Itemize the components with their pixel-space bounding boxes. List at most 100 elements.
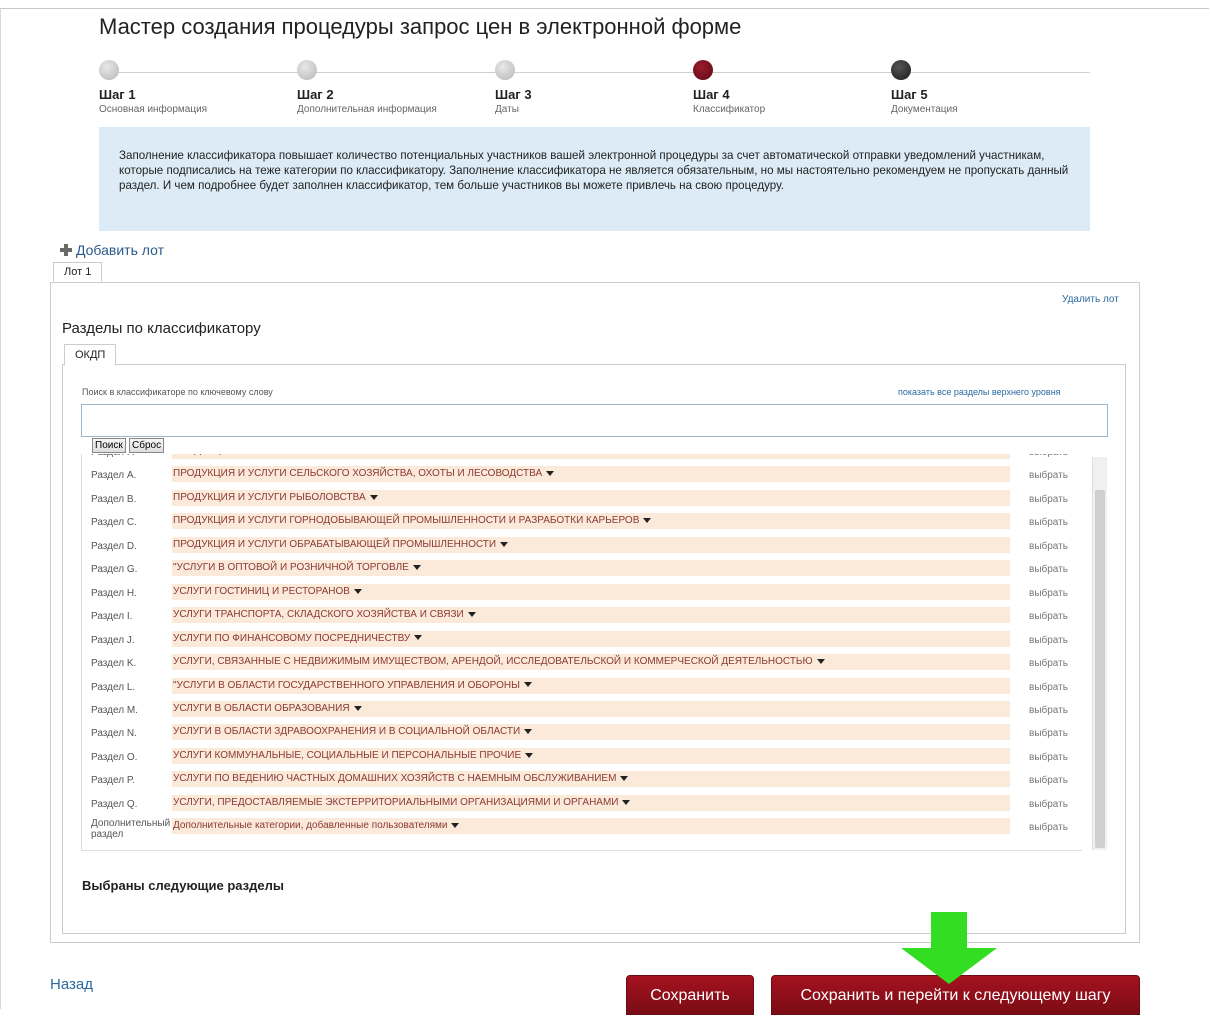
step-subtitle: Основная информация: [99, 104, 208, 115]
row-name-text: УСЛУГИ ТРАНСПОРТА, СКЛАДСКОГО ХОЗЯЙСТВА …: [173, 609, 464, 621]
caret-down-icon[interactable]: [414, 635, 423, 641]
row-code: Раздел L.: [91, 681, 136, 693]
step-dot-icon: [891, 60, 911, 80]
row-name-text: Дополнительные категории, добавленные по…: [173, 820, 448, 832]
pick-link[interactable]: выбрать: [1029, 752, 1068, 763]
caret-down-icon[interactable]: [523, 682, 532, 688]
row-name[interactable]: УСЛУГИ В ОБЛАСТИ ОБРАЗОВАНИЯ: [172, 700, 1010, 717]
row-code: Раздел I.: [91, 611, 133, 623]
save-button[interactable]: Сохранить: [626, 975, 754, 1015]
row-code: Раздел C.: [91, 517, 137, 529]
step-title: Шаг 3: [495, 87, 532, 102]
step-title: Шаг 5: [891, 87, 928, 102]
pick-link[interactable]: выбрать: [1029, 564, 1068, 575]
row-name[interactable]: ПРОДУКЦИЯ И УСЛУГИ РЫБОЛОВСТВА: [172, 489, 1010, 506]
pick-link[interactable]: выбрать: [1029, 454, 1068, 458]
row-name[interactable]: ПРОДУКЦИЯ И УСЛУГИ СТРОИТЕЛЬСТВА: [172, 454, 1010, 459]
row-code: Раздел M.: [91, 704, 138, 716]
show-all-link[interactable]: показать все разделы верхнего уровня: [898, 387, 1061, 397]
row-name[interactable]: УСЛУГИ, ПРЕДОСТАВЛЯЕМЫЕ ЭКСТЕРРИТОРИАЛЬН…: [172, 794, 1010, 811]
caret-down-icon[interactable]: [500, 541, 509, 547]
caret-down-icon[interactable]: [369, 494, 378, 500]
list-scrollbar[interactable]: [1092, 457, 1107, 850]
step-title: Шаг 2: [297, 87, 334, 102]
caret-down-icon[interactable]: [546, 471, 555, 477]
pick-link[interactable]: выбрать: [1029, 728, 1068, 739]
row-name[interactable]: УСЛУГИ ТРАНСПОРТА, СКЛАДСКОГО ХОЗЯЙСТВА …: [172, 607, 1010, 624]
row-code: Раздел G.: [91, 564, 138, 576]
caret-down-icon[interactable]: [525, 752, 534, 758]
row-name[interactable]: Дополнительные категории, добавленные по…: [172, 818, 1010, 835]
chosen-sections-title: Выбраны следующие разделы: [82, 878, 284, 893]
row-code: Раздел N.: [91, 728, 137, 740]
step-5: Шаг 5 Документация: [891, 60, 1091, 115]
row-name-text: УСЛУГИ ПО ФИНАНСОВОМУ ПОСРЕДНИЧЕСТВУ: [173, 632, 411, 644]
tab-okdp[interactable]: ОКДП: [64, 344, 117, 366]
step-subtitle: Документация: [891, 104, 958, 115]
caret-down-icon[interactable]: [451, 823, 460, 829]
row-code: Раздел F.: [91, 454, 135, 458]
pick-link[interactable]: выбрать: [1029, 822, 1068, 833]
pick-link[interactable]: выбрать: [1029, 611, 1068, 622]
caret-down-icon[interactable]: [643, 518, 652, 524]
step-title: Шаг 1: [99, 87, 136, 102]
caret-down-icon[interactable]: [353, 588, 362, 594]
row-name-text: "УСЛУГИ В ОПТОВОЙ И РОЗНИЧНОЙ ТОРГОВЛЕ: [173, 562, 409, 574]
pick-link[interactable]: выбрать: [1029, 775, 1068, 786]
row-name[interactable]: УСЛУГИ КОММУНАЛЬНЫЕ, СОЦИАЛЬНЫЕ И ПЕРСОН…: [172, 747, 1010, 764]
step-dot-icon: [693, 60, 713, 80]
caret-down-icon[interactable]: [816, 658, 825, 664]
row-name[interactable]: ПРОДУКЦИЯ И УСЛУГИ ГОРНОДОБЫВАЮЩЕЙ ПРОМЫ…: [172, 513, 1010, 530]
table-row: Дополнительный раздел Дополнительные кате…: [82, 817, 1082, 840]
row-code: Раздел H.: [91, 587, 137, 599]
pick-link[interactable]: выбрать: [1029, 494, 1068, 505]
row-name[interactable]: УСЛУГИ ПО ФИНАНСОВОМУ ПОСРЕДНИЧЕСТВУ: [172, 630, 1010, 647]
add-lot-link[interactable]: Добавить лот: [60, 242, 164, 258]
scrollbar-thumb[interactable]: [1095, 490, 1105, 848]
plus-icon: [60, 244, 72, 256]
pick-link[interactable]: выбрать: [1029, 470, 1068, 481]
pick-link[interactable]: выбрать: [1029, 658, 1068, 669]
row-name-text: ПРОДУКЦИЯ И УСЛУГИ ОБРАБАТЫВАЮЩЕЙ ПРОМЫШ…: [173, 538, 497, 550]
classifier-list: Раздел F. ПРОДУКЦИЯ И УСЛУГИ СТРОИТЕЛЬСТВ…: [81, 454, 1082, 851]
table-row: Раздел N. УСЛУГИ В ОБЛАСТИ ЗДРАВООХРАНЕНИ…: [82, 723, 1082, 746]
pick-link[interactable]: выбрать: [1029, 635, 1068, 646]
caret-down-icon[interactable]: [524, 729, 533, 735]
pick-link[interactable]: выбрать: [1029, 541, 1068, 552]
sections-title: Разделы по классификатору: [62, 320, 261, 337]
table-row: Раздел I. УСЛУГИ ТРАНСПОРТА, СКЛАДСКОГО Х…: [82, 606, 1082, 629]
search-input[interactable]: [81, 404, 1108, 437]
caret-down-icon[interactable]: [467, 612, 476, 617]
back-link[interactable]: Назад: [50, 976, 93, 993]
row-code: Раздел B.: [91, 493, 137, 505]
delete-lot-link[interactable]: Удалить лот: [1062, 294, 1119, 305]
row-name-text: ПРОДУКЦИЯ И УСЛУГИ СЕЛЬСКОГО ХОЗЯЙСТВА, …: [173, 468, 543, 480]
row-name[interactable]: УСЛУГИ ГОСТИНИЦ И РЕСТОРАНОВ: [172, 583, 1010, 600]
table-row: Раздел D. ПРОДУКЦИЯ И УСЛУГИ ОБРАБАТЫВАЮЩ…: [82, 536, 1082, 559]
row-name[interactable]: "УСЛУГИ В ОБЛАСТИ ГОСУДАРСТВЕННОГО УПРАВ…: [172, 677, 1010, 694]
pick-link[interactable]: выбрать: [1029, 705, 1068, 716]
caret-down-icon[interactable]: [620, 776, 629, 782]
step-title: Шаг 4: [693, 87, 730, 102]
reset-button[interactable]: Сброс: [129, 438, 165, 453]
row-name-text: ПРОДУКЦИЯ И УСЛУГИ СТРОИТЕЛЬСТВА: [173, 454, 375, 456]
pick-link[interactable]: выбрать: [1029, 588, 1068, 599]
caret-down-icon[interactable]: [353, 705, 362, 711]
table-row: Раздел C. ПРОДУКЦИЯ И УСЛУГИ ГОРНОДОБЫВАЮ…: [82, 512, 1082, 535]
row-name-text: УСЛУГИ ГОСТИНИЦ И РЕСТОРАНОВ: [173, 585, 350, 597]
caret-down-icon[interactable]: [622, 799, 631, 805]
pick-link[interactable]: выбрать: [1029, 517, 1068, 528]
tab-lot-1[interactable]: Лот 1: [53, 262, 103, 282]
row-name-text: УСЛУГИ КОММУНАЛЬНЫЕ, СОЦИАЛЬНЫЕ И ПЕРСОН…: [173, 749, 522, 761]
row-name[interactable]: УСЛУГИ В ОБЛАСТИ ЗДРАВООХРАНЕНИЯ И В СОЦ…: [172, 724, 1010, 741]
row-name[interactable]: УСЛУГИ, СВЯЗАННЫЕ С НЕДВИЖИМЫМ ИМУЩЕСТВО…: [172, 654, 1010, 671]
search-button[interactable]: Поиск: [92, 438, 126, 453]
caret-down-icon[interactable]: [412, 565, 421, 571]
row-name[interactable]: ПРОДУКЦИЯ И УСЛУГИ СЕЛЬСКОГО ХОЗЯЙСТВА, …: [172, 466, 1010, 483]
row-name[interactable]: "УСЛУГИ В ОПТОВОЙ И РОЗНИЧНОЙ ТОРГОВЛЕ: [172, 560, 1010, 577]
row-code: Раздел O.: [91, 751, 138, 763]
row-name[interactable]: УСЛУГИ ПО ВЕДЕНИЮ ЧАСТНЫХ ДОМАШНИХ ХОЗЯЙ…: [172, 771, 1010, 788]
pick-link[interactable]: выбрать: [1029, 682, 1068, 693]
row-name[interactable]: ПРОДУКЦИЯ И УСЛУГИ ОБРАБАТЫВАЮЩЕЙ ПРОМЫШ…: [172, 536, 1010, 553]
pick-link[interactable]: выбрать: [1029, 799, 1068, 810]
